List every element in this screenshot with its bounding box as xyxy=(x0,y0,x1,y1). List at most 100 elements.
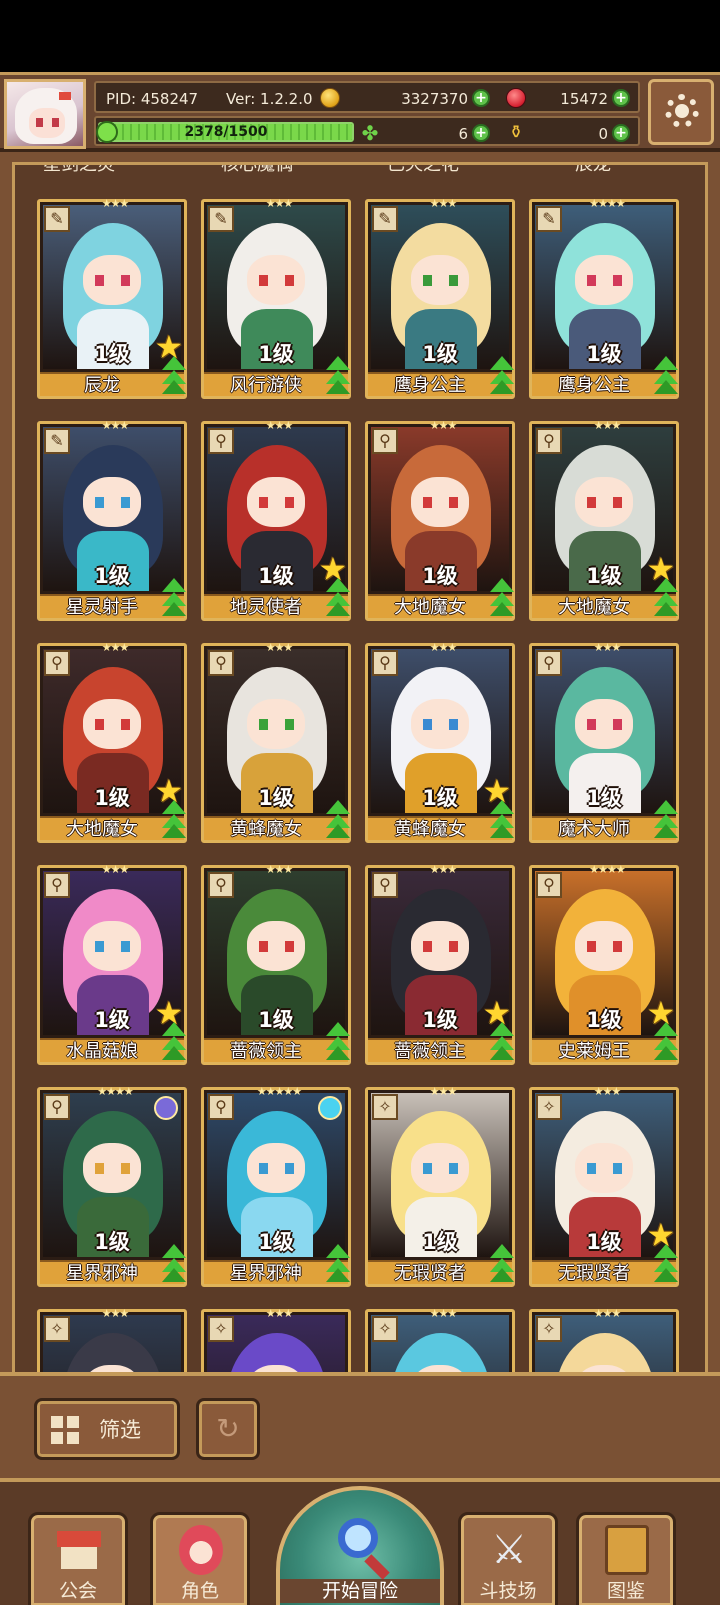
class-emblem-icon: ✎ xyxy=(44,428,70,454)
clover-count: 6 xyxy=(458,125,468,143)
character-name: 星界邪神 xyxy=(66,1263,138,1284)
settings-button[interactable] xyxy=(648,79,714,145)
add-clover-button[interactable]: + xyxy=(472,124,490,142)
character-head-icon xyxy=(179,1525,223,1575)
class-emblem-icon: ✎ xyxy=(208,206,234,232)
character-name: 星界邪神 xyxy=(230,1263,302,1284)
nav-adventure-label: 开始冒险 xyxy=(280,1579,440,1603)
upgrade-arrow-icon[interactable] xyxy=(160,352,188,394)
upgrade-arrow-icon[interactable] xyxy=(324,1240,352,1282)
upgrade-arrow-icon[interactable] xyxy=(652,352,680,394)
nav-arena[interactable]: ⚔ 斗技场 xyxy=(458,1512,558,1605)
character-card[interactable]: ✧ ★★★ 1级 ★ 无瑕贤者 xyxy=(529,1086,680,1287)
character-card[interactable]: ⚲ ★★★ 1级 ★ 大地魔女 xyxy=(529,419,680,621)
gem-amount: 15472 xyxy=(560,90,608,108)
character-name: 蔷薇领主 xyxy=(230,1041,302,1062)
character-card[interactable]: ⚲ ★★★ 1级 魔术大师 xyxy=(529,641,680,843)
class-emblem-icon: ✧ xyxy=(208,1316,234,1342)
character-card[interactable]: ⚲ ★★★ 1级 大地魔女 xyxy=(365,419,516,621)
upgrade-arrow-icon[interactable] xyxy=(324,352,352,394)
character-card[interactable]: ⚲ ★★★ 1级 黄蜂魔女 xyxy=(201,642,352,843)
add-gem-button[interactable]: + xyxy=(612,89,630,107)
red-gem-icon xyxy=(506,88,526,108)
character-card[interactable]: ⚲ ★★★★ 1级 ★ 史莱姆王 xyxy=(529,864,680,1065)
bottom-navigation: 公会 角色 开始冒险 ⚔ 斗技场 图鉴 xyxy=(0,1478,720,1605)
character-name: 史莱姆王 xyxy=(558,1041,630,1062)
magnifier-icon xyxy=(338,1518,378,1558)
potion-count: 0 xyxy=(598,125,608,143)
filter-button[interactable]: 筛选 xyxy=(34,1398,180,1460)
rarity-stars: ★★★ xyxy=(593,419,622,432)
character-card[interactable]: ⚲ ★★★★★ 1级 星界邪神 xyxy=(201,1086,352,1287)
character-card-partial[interactable]: ✧ ★★★ xyxy=(37,1307,187,1372)
character-card[interactable]: ⚲ ★★★ 1级 ★ 大地魔女 xyxy=(37,642,188,843)
class-emblem-icon: ✎ xyxy=(536,206,562,232)
character-card[interactable]: ⚲ ★★★ 1级 ★ 蔷薇领主 xyxy=(365,864,516,1065)
character-list-scroll[interactable]: 星剑之灵 核心魔偶 已灭之花 辰龙 ✎★★★1级★辰龙✎★★★1级风行游侠✎★★… xyxy=(12,162,708,1372)
nav-character[interactable]: 角色 xyxy=(150,1512,250,1605)
upgrade-arrow-icon[interactable] xyxy=(160,1018,188,1060)
character-card[interactable]: ✎ ★★★ 1级 ★ 辰龙 xyxy=(37,198,188,399)
rarity-stars: ★★★ xyxy=(429,419,458,432)
add-gold-button[interactable]: + xyxy=(472,89,490,107)
character-card[interactable]: ⚲ ★★★ 1级 蔷薇领主 xyxy=(201,864,352,1065)
upgrade-arrow-icon[interactable] xyxy=(488,352,516,394)
experience-text: 2378/1500 xyxy=(184,124,268,140)
character-card[interactable]: ⚲ ★★★ 1级 ★ 水晶菇娘 xyxy=(37,864,188,1065)
upgrade-arrow-icon[interactable] xyxy=(488,796,516,838)
character-card[interactable]: ✧ ★★★ 1级 无瑕贤者 xyxy=(365,1086,516,1287)
upgrade-arrow-icon[interactable] xyxy=(652,796,680,838)
upgrade-arrow-icon[interactable] xyxy=(324,1018,352,1060)
rarity-stars: ★★★ xyxy=(101,1307,130,1320)
game-version: Ver: 1.2.2.0 xyxy=(226,90,313,108)
nav-arena-label: 斗技场 xyxy=(479,1580,537,1602)
refresh-icon: ↻ xyxy=(216,1412,240,1445)
character-card[interactable]: ⚲ ★★★ 1级 ★ 黄蜂魔女 xyxy=(365,641,516,843)
upgrade-arrow-icon[interactable] xyxy=(160,1240,188,1282)
character-card[interactable]: ✎ ★★★★ 1级 鹰身公主 xyxy=(529,198,680,399)
top-resource-bar: PID: 458247 Ver: 1.2.2.0 3327370 + 15472… xyxy=(0,72,720,152)
class-emblem-icon: ✧ xyxy=(536,1094,562,1120)
upgrade-arrow-icon[interactable] xyxy=(488,1018,516,1060)
character-card[interactable]: ✎ ★★★ 1级 星灵射手 xyxy=(37,419,188,621)
upgrade-arrow-icon[interactable] xyxy=(324,796,352,838)
character-card[interactable]: ✎ ★★★ 1级 鹰身公主 xyxy=(365,198,516,399)
guild-house-icon xyxy=(57,1525,101,1575)
character-card-partial[interactable]: ✧ ★★★ xyxy=(529,1308,679,1372)
element-orb-icon xyxy=(318,1096,342,1120)
player-avatar[interactable] xyxy=(4,79,86,149)
rarity-stars: ★★★ xyxy=(101,419,130,432)
player-id: PID: 458247 xyxy=(106,90,199,108)
character-card[interactable]: ⚲ ★★★ 1级 ★ 地灵使者 xyxy=(201,420,352,621)
refresh-button[interactable]: ↻ xyxy=(196,1398,260,1460)
upgrade-arrow-icon[interactable] xyxy=(160,796,188,838)
character-card-partial[interactable]: ✧ ★★★ xyxy=(201,1308,351,1372)
partial-card-name: 已灭之花 xyxy=(387,165,459,175)
character-name: 风行游侠 xyxy=(230,375,302,396)
character-card[interactable]: ⚲ ★★★★ 1级 星界邪神 xyxy=(37,1086,188,1287)
nav-start-adventure[interactable]: 开始冒险 xyxy=(276,1486,444,1605)
rarity-stars: ★★★ xyxy=(429,641,458,654)
class-emblem-icon: ⚲ xyxy=(208,650,234,676)
system-status-bar xyxy=(0,0,720,72)
class-emblem-icon: ⚲ xyxy=(208,872,234,898)
upgrade-arrow-icon[interactable] xyxy=(652,574,680,616)
upgrade-arrow-icon[interactable] xyxy=(488,1240,516,1282)
add-potion-button[interactable]: + xyxy=(612,124,630,142)
nav-codex[interactable]: 图鉴 xyxy=(576,1512,676,1605)
upgrade-arrow-icon[interactable] xyxy=(160,574,188,616)
upgrade-arrow-icon[interactable] xyxy=(324,574,352,616)
rarity-stars: ★★★ xyxy=(593,641,622,654)
character-name: 鹰身公主 xyxy=(558,375,630,396)
class-emblem-icon: ✎ xyxy=(44,206,70,232)
character-card[interactable]: ✎ ★★★ 1级 风行游侠 xyxy=(201,198,352,399)
character-card-partial[interactable]: ✧ ★★★ xyxy=(365,1308,515,1372)
upgrade-arrow-icon[interactable] xyxy=(488,574,516,616)
upgrade-arrow-icon[interactable] xyxy=(652,1018,680,1060)
partial-card-name: 辰龙 xyxy=(575,165,611,175)
class-emblem-icon: ⚲ xyxy=(372,428,398,454)
gold-amount: 3327370 xyxy=(401,90,468,108)
nav-guild[interactable]: 公会 xyxy=(28,1512,128,1605)
character-name: 魔术大师 xyxy=(558,819,630,840)
upgrade-arrow-icon[interactable] xyxy=(652,1240,680,1282)
